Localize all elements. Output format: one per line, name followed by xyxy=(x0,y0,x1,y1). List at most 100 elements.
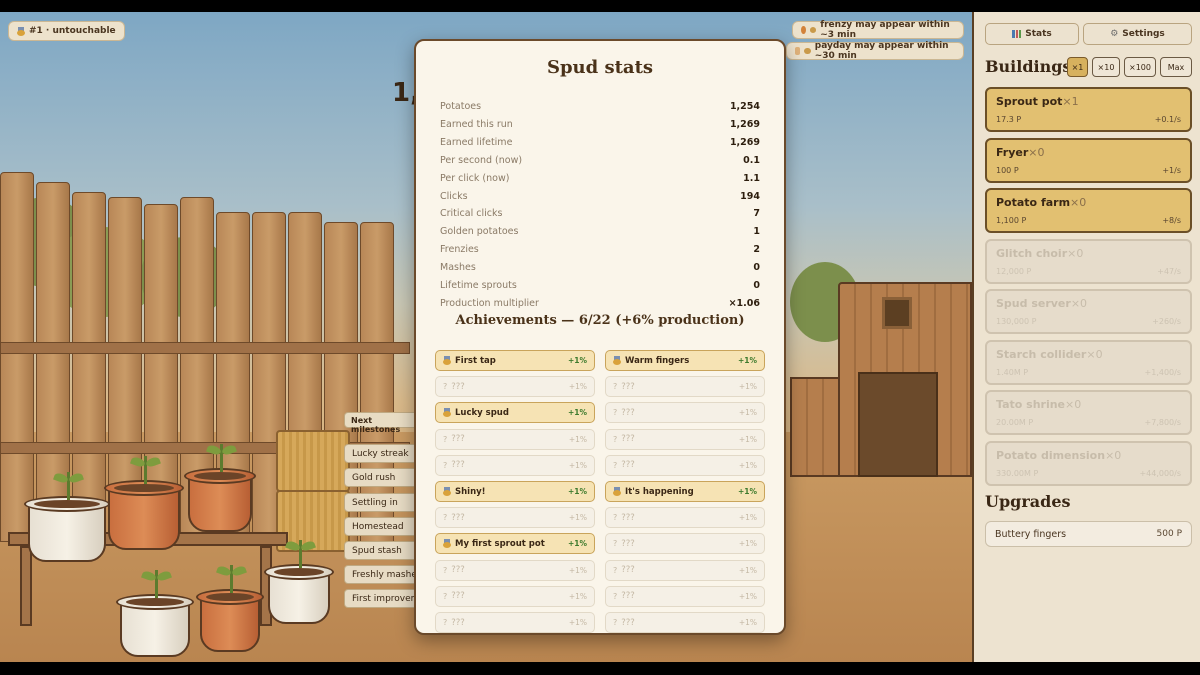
stat-row: Mashes 0 xyxy=(440,262,760,280)
upgrade-item[interactable]: Buttery fingers 500 P xyxy=(985,521,1192,547)
building-name-line: Tato shrine×0 xyxy=(996,398,1181,411)
multiplier-max-button[interactable]: Max xyxy=(1160,57,1192,77)
stat-value: 2 xyxy=(753,244,760,256)
milestone-item[interactable]: First improvement xyxy=(344,589,424,608)
building-item[interactable]: Sprout pot×1 17.3 P +0.1/s xyxy=(985,87,1192,132)
building-item[interactable]: Glitch choir×0 12,000 P +47/s xyxy=(985,238,1192,284)
frenzy-notice-text: frenzy may appear within ~3 min xyxy=(820,20,950,40)
potato-icon xyxy=(804,48,811,54)
achievement-unlocked[interactable]: It's happening +1% xyxy=(605,481,765,502)
achievement-locked[interactable]: ???? +1% xyxy=(435,559,595,581)
building-name: Potato farm xyxy=(996,196,1071,209)
rank-badge[interactable]: #1 · untouchable xyxy=(8,21,125,41)
achievement-locked[interactable]: ???? +1% xyxy=(605,559,765,581)
building-item[interactable]: Starch collider×0 1.40M P +1,400/s xyxy=(985,339,1192,385)
building-item[interactable]: Fryer×0 100 P +1/s xyxy=(985,137,1192,183)
building-price: 100 P xyxy=(996,165,1019,175)
stat-value: 0 xyxy=(753,280,760,291)
achievement-locked[interactable]: ???? +1% xyxy=(435,454,595,476)
milestone-item[interactable]: Lucky streak xyxy=(344,444,424,463)
achievement-unlocked[interactable]: First tap +1% xyxy=(435,350,595,371)
settings-button[interactable]: ⚙ Settings xyxy=(1083,23,1192,45)
achievement-locked[interactable]: ???? +1% xyxy=(435,376,595,398)
building-item[interactable]: Potato dimension×0 330.00M P +44,000/s xyxy=(985,440,1192,486)
milestone-item[interactable]: Freshly mashed xyxy=(344,565,424,584)
medal-icon xyxy=(443,539,451,549)
building-name: Fryer xyxy=(996,145,1029,159)
achievement-locked[interactable]: ???? +1% xyxy=(435,585,595,607)
milestone-item[interactable]: Spud stash xyxy=(344,541,424,560)
stat-value: 1,254 xyxy=(729,101,760,112)
building-item[interactable]: Tato shrine×0 20.00M P +7,800/s xyxy=(985,390,1192,435)
multiplier-x100-button[interactable]: ×100 xyxy=(1124,57,1156,77)
achievement-name: ??? xyxy=(621,565,635,576)
multiplier-x1-button[interactable]: ×1 xyxy=(1067,57,1088,77)
achievement-name: ??? xyxy=(451,381,465,392)
achievement-bonus: +1% xyxy=(737,356,757,365)
building-rate: +1/s xyxy=(1162,165,1181,175)
payday-notice: payday may appear within ~30 min xyxy=(786,41,964,61)
achievement-unlocked[interactable]: Lucky spud +1% xyxy=(435,402,595,424)
building-count: ×0 xyxy=(1065,398,1082,411)
achievement-locked[interactable]: ???? +1% xyxy=(605,533,765,555)
question-icon: ? xyxy=(443,434,448,444)
egg-icon xyxy=(801,26,806,34)
milestone-item[interactable]: Gold rush xyxy=(344,468,424,487)
achievement-unlocked[interactable]: Shiny! +1% xyxy=(435,481,595,502)
milestone-item[interactable]: Homestead xyxy=(344,517,424,536)
building-rate: +1,400/s xyxy=(1144,367,1181,377)
building-item[interactable]: Spud server×0 130,000 P +260/s xyxy=(985,289,1192,334)
stat-label: Clicks xyxy=(440,190,468,202)
rank-label: #1 · untouchable xyxy=(29,26,116,36)
achievement-locked[interactable]: ???? +1% xyxy=(435,507,595,529)
question-icon: ? xyxy=(613,618,618,627)
achievement-locked[interactable]: ???? +1% xyxy=(605,428,765,450)
building-name-line: Fryer×0 xyxy=(996,146,1181,159)
stat-value: 0.1 xyxy=(743,154,760,166)
achievement-locked[interactable]: ???? +1% xyxy=(605,507,765,529)
achievement-name: Shiny! xyxy=(455,486,486,497)
milestone-item[interactable]: Settling in xyxy=(344,493,424,512)
achievement-bonus: +1% xyxy=(738,591,757,601)
frenzy-notice: frenzy may appear within ~3 min xyxy=(792,20,964,40)
question-icon: ? xyxy=(613,591,618,601)
stats-button[interactable]: Stats xyxy=(985,23,1079,45)
stat-row: Per click (now) 1.1 xyxy=(440,173,760,191)
stat-row: Frenzies 2 xyxy=(440,244,760,262)
building-count: ×0 xyxy=(1067,246,1084,260)
achievement-name: Lucky spud xyxy=(455,407,509,418)
achievement-bonus: +1% xyxy=(567,487,587,496)
achievement-unlocked[interactable]: My first sprout pot +1% xyxy=(435,533,595,555)
building-meta: 130,000 P +260/s xyxy=(996,317,1181,326)
achievement-bonus: +1% xyxy=(568,591,587,601)
stat-label: Lifetime sprouts xyxy=(440,280,517,291)
building-count: ×0 xyxy=(1028,145,1045,159)
achievement-locked[interactable]: ???? +1% xyxy=(435,428,595,450)
achievement-name: ??? xyxy=(621,407,635,418)
achievement-locked[interactable]: ???? +1% xyxy=(605,585,765,607)
building-count: ×0 xyxy=(1105,448,1122,462)
achievement-bonus: +1% xyxy=(568,460,587,470)
question-icon: ? xyxy=(613,460,618,470)
building-rate: +260/s xyxy=(1152,317,1181,326)
achievement-bonus: +1% xyxy=(738,565,757,575)
building-price: 17.3 P xyxy=(996,115,1022,124)
achievement-locked[interactable]: ???? +1% xyxy=(605,454,765,476)
achievement-locked[interactable]: ???? +1% xyxy=(605,376,765,398)
achievement-bonus: +1% xyxy=(737,487,757,496)
stat-label: Mashes xyxy=(440,262,476,274)
stats-modal: Spud stats Potatoes 1,254 Earned this run 1… xyxy=(414,39,786,635)
achievement-name: First tap xyxy=(455,355,496,366)
question-icon: ? xyxy=(443,618,448,627)
multiplier-x10-button[interactable]: ×10 xyxy=(1092,57,1120,77)
building-item[interactable]: Potato farm×0 1,100 P +8/s xyxy=(985,188,1192,233)
building-price: 330.00M P xyxy=(996,468,1039,478)
achievement-name: ??? xyxy=(451,591,465,602)
achievement-locked[interactable]: ???? +1% xyxy=(435,612,595,633)
question-icon: ? xyxy=(443,382,448,392)
achievement-bonus: +1% xyxy=(738,408,757,418)
achievement-unlocked[interactable]: Warm fingers +1% xyxy=(605,350,765,371)
achievement-locked[interactable]: ???? +1% xyxy=(605,612,765,633)
achievement-locked[interactable]: ???? +1% xyxy=(605,402,765,424)
stats-button-label: Stats xyxy=(1025,29,1052,39)
